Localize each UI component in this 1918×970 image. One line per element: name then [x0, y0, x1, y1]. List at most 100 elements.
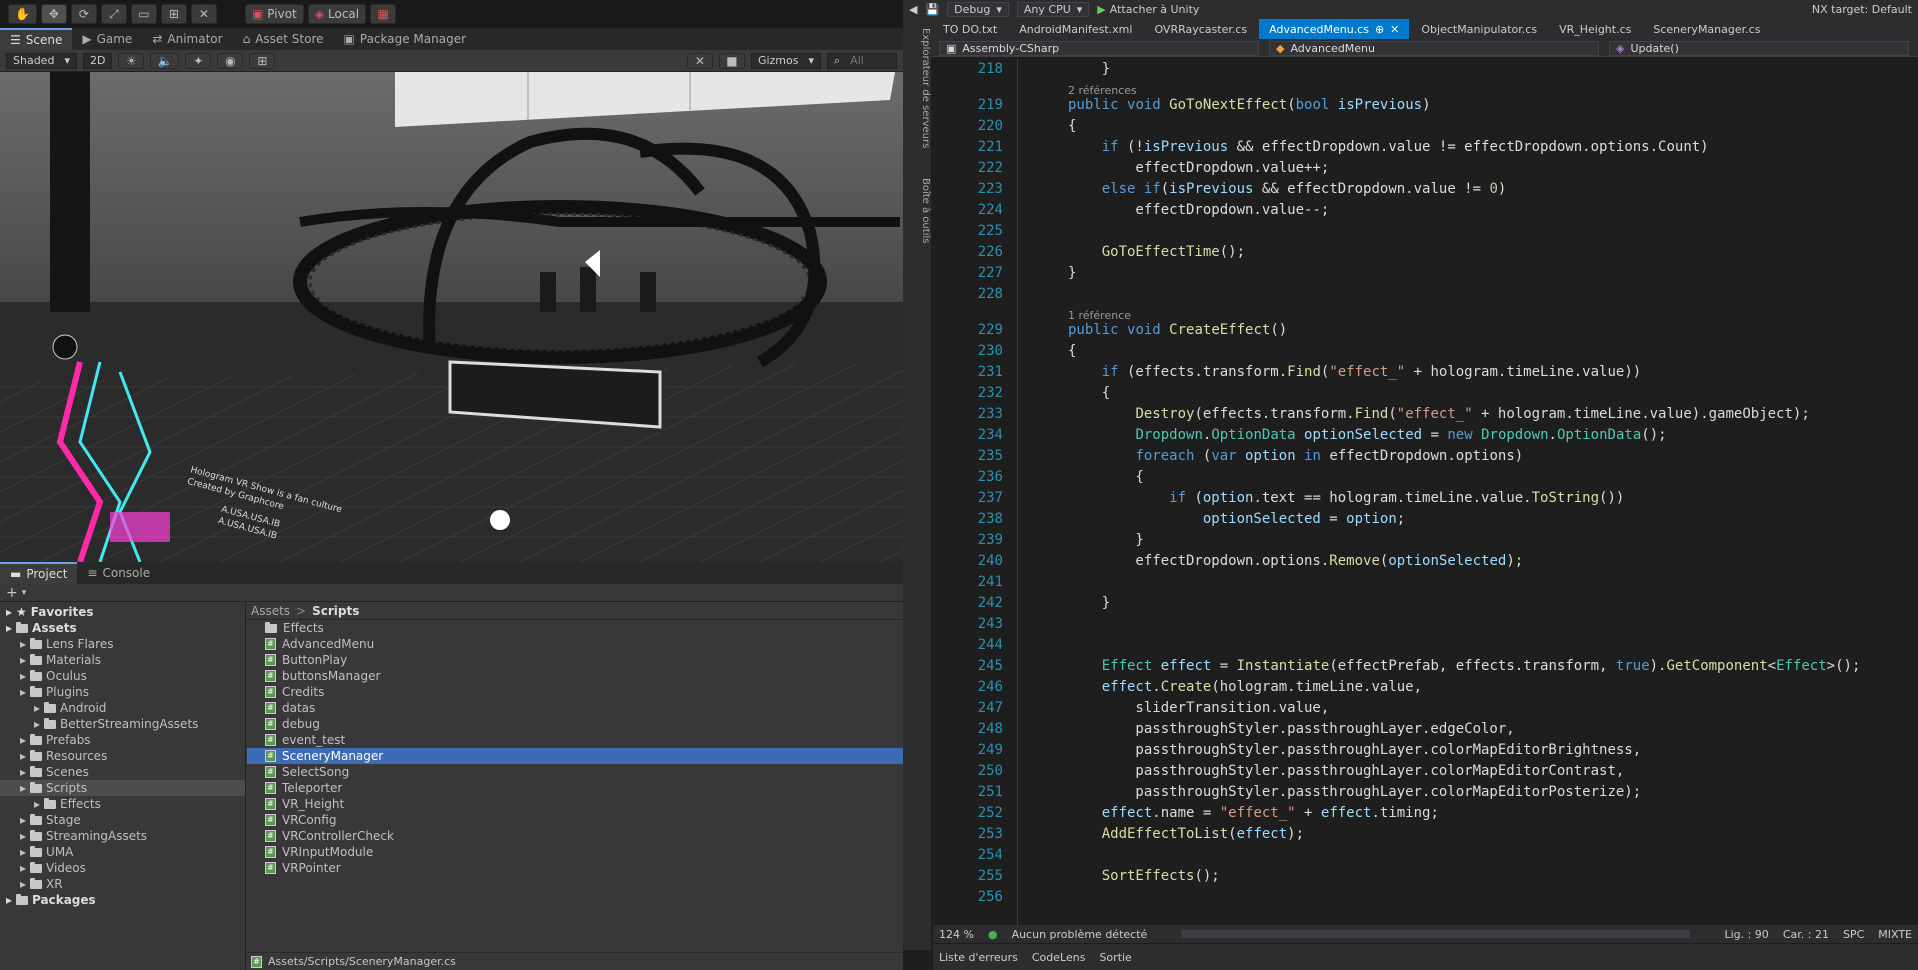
tree-item-resources[interactable]: ▸ Resources	[0, 748, 245, 764]
tab-project[interactable]: ▬ Project	[0, 562, 78, 584]
attach-button[interactable]: ▶ Attacher à Unity	[1097, 3, 1199, 16]
file-item[interactable]: # VRConfig	[247, 812, 903, 828]
doc-tab[interactable]: VR_Height.cs	[1549, 19, 1641, 39]
code-editor[interactable]: 218 } 2 références 219 public void GoToNext…	[933, 59, 1918, 925]
chevron-right-icon[interactable]: ▸	[20, 877, 26, 891]
tree-item-oculus[interactable]: ▸ Oculus	[0, 668, 245, 684]
scene-view[interactable]: Hologram VR Show is a fan culture Create…	[0, 72, 903, 562]
scale-tool-button[interactable]: ⤢	[100, 4, 127, 24]
scene-search-input[interactable]: ⌕ All	[827, 52, 897, 69]
file-item[interactable]: # SelectSong	[247, 764, 903, 780]
chevron-down-icon[interactable]: ▾	[22, 588, 27, 598]
codelens-reference[interactable]: 2 références	[1068, 84, 1137, 97]
line-ending-indicator[interactable]: MIXTE	[1878, 928, 1912, 941]
chevron-right-icon[interactable]: ▸	[34, 717, 40, 731]
tree-item-effects[interactable]: ▸ Effects	[0, 796, 245, 812]
pin-icon[interactable]: ⊕	[1375, 23, 1384, 36]
doc-tab[interactable]: SceneryManager.cs	[1643, 19, 1770, 39]
tab-package-manager[interactable]: ▣ Package Manager	[334, 28, 477, 50]
chevron-right-icon[interactable]: ▸	[20, 685, 26, 699]
save-icon[interactable]: 💾	[925, 3, 939, 16]
file-item[interactable]: # buttonsManager	[247, 668, 903, 684]
file-item[interactable]: # SceneryManager	[247, 748, 903, 764]
chevron-right-icon[interactable]: ▸	[6, 893, 12, 907]
whitespace-indicator[interactable]: SPC	[1843, 928, 1864, 941]
chevron-right-icon[interactable]: ▸	[20, 637, 26, 651]
chevron-right-icon[interactable]: ▸	[20, 829, 26, 843]
tab-asset-store[interactable]: ⌂ Asset Store	[233, 28, 334, 50]
tools-toggle[interactable]: ✕	[686, 52, 713, 69]
breadcrumb-scripts[interactable]: Scripts	[312, 604, 359, 618]
tree-item-materials[interactable]: ▸ Materials	[0, 652, 245, 668]
file-item[interactable]: # datas	[247, 700, 903, 716]
file-item[interactable]: # ButtonPlay	[247, 652, 903, 668]
hidden-objects-toggle[interactable]: ◉	[217, 52, 244, 69]
doc-tab[interactable]: OVRRaycaster.cs	[1144, 19, 1257, 39]
zoom-level[interactable]: 124 %	[939, 928, 974, 941]
project-dropdown[interactable]: ▣ Assembly-CSharp	[939, 40, 1259, 56]
codelens-reference[interactable]: 1 référence	[1068, 309, 1131, 322]
shading-mode-dropdown[interactable]: Shaded ▾	[6, 52, 77, 69]
file-item[interactable]: # Teleporter	[247, 780, 903, 796]
chevron-right-icon[interactable]: ▸	[20, 749, 26, 763]
chevron-right-icon[interactable]: ▸	[20, 861, 26, 875]
local-button[interactable]: ◈ Local	[307, 4, 367, 24]
tab-game[interactable]: ▶ Game	[72, 28, 142, 50]
camera-toggle[interactable]: ■	[718, 52, 745, 69]
horizontal-scrollbar[interactable]	[1181, 930, 1691, 938]
class-dropdown[interactable]: ◆ AdvancedMenu	[1269, 40, 1599, 56]
chevron-right-icon[interactable]: ▸	[20, 733, 26, 747]
output-tab[interactable]: Sortie	[1099, 951, 1131, 964]
chevron-right-icon[interactable]: ▸	[20, 669, 26, 683]
tree-item-scripts[interactable]: ▸ Scripts	[0, 780, 245, 796]
chevron-right-icon[interactable]: ▸	[34, 797, 40, 811]
chevron-right-icon[interactable]: ▸	[6, 605, 12, 619]
tab-animator[interactable]: ⇄ Animator	[142, 28, 232, 50]
chevron-right-icon[interactable]: ▸	[20, 765, 26, 779]
transform-tool-button[interactable]: ⊞	[160, 4, 187, 24]
tree-item-lens-flares[interactable]: ▸ Lens Flares	[0, 636, 245, 652]
doc-tab[interactable]: ObjectManipulator.cs	[1411, 19, 1547, 39]
grid-toggle[interactable]: ⊞	[249, 52, 276, 69]
grid-snap-button[interactable]: ▦	[370, 4, 397, 24]
rect-tool-button[interactable]: ▭	[130, 4, 157, 24]
audio-toggle[interactable]: 🔈	[150, 52, 180, 69]
file-item[interactable]: # debug	[247, 716, 903, 732]
file-item[interactable]: Effects	[247, 620, 903, 636]
chevron-right-icon[interactable]: ▸	[20, 813, 26, 827]
member-dropdown[interactable]: ◈ Update()	[1609, 40, 1909, 56]
chevron-right-icon[interactable]: ▸	[20, 653, 26, 667]
tree-item-streamingassets[interactable]: ▸ StreamingAssets	[0, 828, 245, 844]
tab-console[interactable]: ≡ Console	[77, 562, 160, 584]
file-item[interactable]: # VRPointer	[247, 860, 903, 876]
platform-dropdown[interactable]: Any CPU ▾	[1016, 1, 1090, 17]
chevron-right-icon[interactable]: ▸	[34, 701, 40, 715]
output-tab[interactable]: CodeLens	[1032, 951, 1086, 964]
file-item[interactable]: # event_test	[247, 732, 903, 748]
file-item[interactable]: # VRControllerCheck	[247, 828, 903, 844]
lighting-toggle[interactable]: ☀	[118, 52, 145, 69]
doc-tab[interactable]: AndroidManifest.xml	[1009, 19, 1142, 39]
tree-item-android[interactable]: ▸ Android	[0, 700, 245, 716]
file-item[interactable]: # VRInputModule	[247, 844, 903, 860]
doc-tab[interactable]: AdvancedMenu.cs ⊕ ✕	[1259, 19, 1410, 39]
tree-item-xr[interactable]: ▸ XR	[0, 876, 245, 892]
file-item[interactable]: # VR_Height	[247, 796, 903, 812]
close-icon[interactable]: ✕	[1390, 23, 1399, 36]
side-tab[interactable]: Boîte à outils	[903, 178, 931, 243]
tree-item-uma[interactable]: ▸ UMA	[0, 844, 245, 860]
add-icon[interactable]: +	[6, 585, 18, 601]
tree-item-scenes[interactable]: ▸ Scenes	[0, 764, 245, 780]
back-icon[interactable]: ◀	[909, 3, 917, 16]
problems-status[interactable]: Aucun problème détecté	[1012, 928, 1148, 941]
doc-tab[interactable]: TO DO.txt	[933, 19, 1007, 39]
tree-item-favorites[interactable]: ▸ ★ Favorites	[0, 604, 245, 620]
effects-toggle[interactable]: ✦	[185, 52, 212, 69]
tree-item-videos[interactable]: ▸ Videos	[0, 860, 245, 876]
tree-item-prefabs[interactable]: ▸ Prefabs	[0, 732, 245, 748]
tree-item-assets[interactable]: ▸ Assets	[0, 620, 245, 636]
move-tool-button[interactable]: ✥	[40, 4, 67, 24]
chevron-right-icon[interactable]: ▸	[20, 845, 26, 859]
side-tab[interactable]: Explorateur de serveurs	[903, 28, 931, 148]
gizmos-dropdown[interactable]: Gizmos ▾	[750, 52, 821, 69]
